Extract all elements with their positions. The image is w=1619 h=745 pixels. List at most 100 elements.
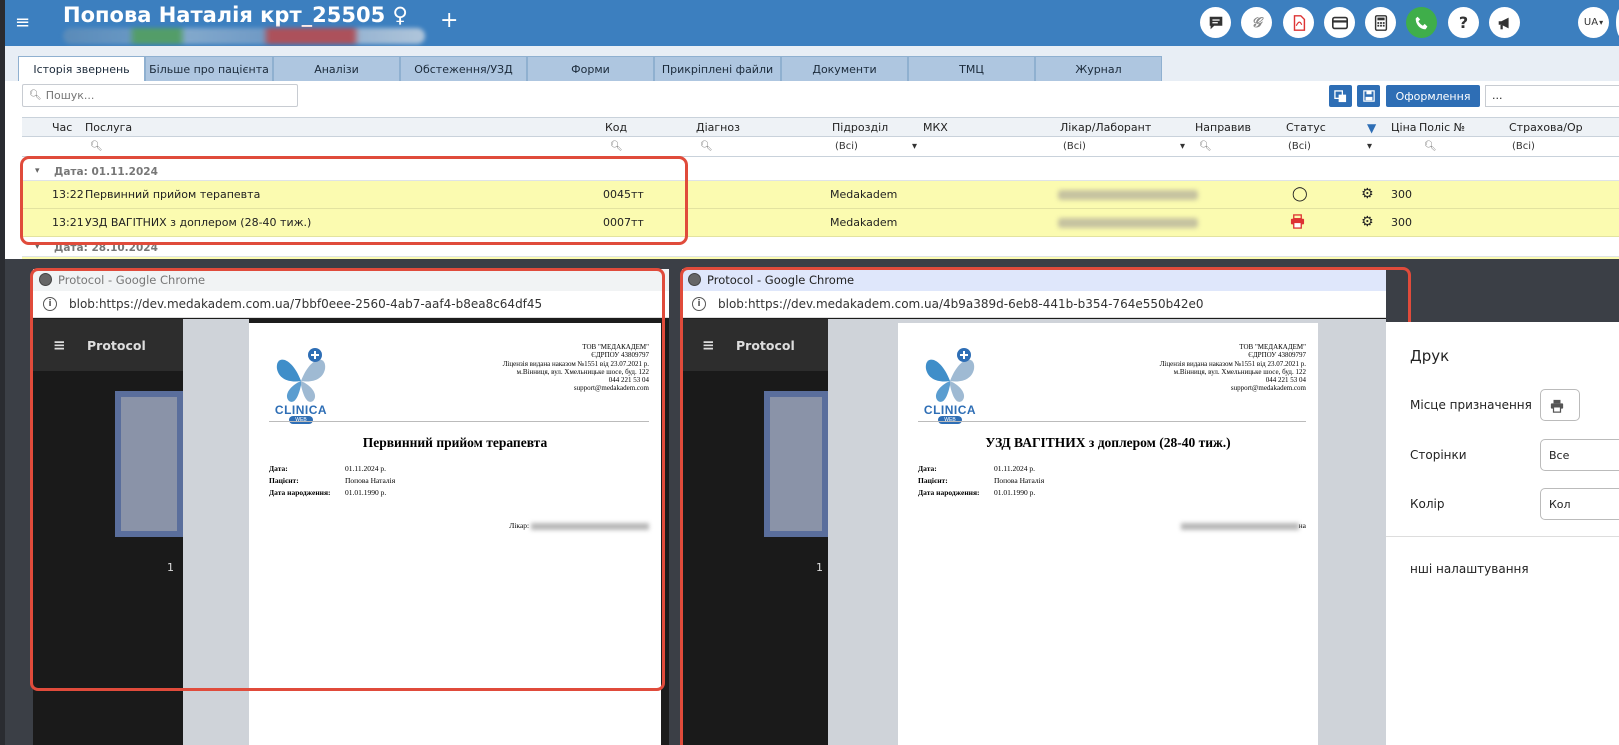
pdf-menu-icon[interactable]: ≡ [702,336,715,354]
col-department[interactable]: Підрозділ [832,121,888,134]
table-row[interactable]: 13:22 Первинний прийом терапевта 0045тт … [22,181,1619,209]
divider [918,421,1306,422]
collapse-icon[interactable]: ▾ [35,242,40,252]
filter-code-icon[interactable]: 🔍︎ [610,141,623,152]
field-value: 01.11.2024 р. [994,464,1035,473]
document-fields: Дата: 01.11.2024 р. Пацієнт: Попова Наталі… [918,463,1044,499]
field-label: Дата народження: [918,488,980,497]
gear-icon[interactable]: ⚙ [1361,186,1374,202]
col-referred[interactable]: Направив [1195,121,1251,134]
tab-visit-history[interactable]: Історія звернень [18,56,145,81]
tab-forms[interactable]: Форми [527,56,654,81]
color-select[interactable]: Кол [1540,488,1619,520]
megaphone-icon[interactable] [1489,7,1520,38]
destination-label: Місце призначення [1410,398,1532,412]
url-text: blob:https://dev.medakadem.com.ua/4b9a38… [718,297,1204,311]
tab-inventory[interactable]: ТМЦ [908,56,1035,81]
org-details: ТОВ "МЕДАКАДЕМ" ЄДРПОУ 43809797 Ліцензія… [503,343,649,393]
group-header[interactable]: ▾ Дата: 01.11.2024 [22,163,1619,181]
col-price[interactable]: Ціна [1391,121,1417,134]
printer-icon[interactable] [1290,214,1305,232]
copy-icon[interactable] [1329,85,1352,107]
pdf-toolbar: ≡ Protocol [33,319,183,371]
org-line: ТОВ "МЕДАКАДЕМ" [1239,343,1306,351]
info-icon[interactable]: i [43,297,57,311]
doctor-name-blurred [531,522,649,530]
filter-diagnosis-icon[interactable]: 🔍︎ [700,141,713,152]
filter-service-icon[interactable]: 🔍︎ [90,141,103,152]
address-bar[interactable]: i blob:https://dev.medakadem.com.ua/7bbf… [33,291,669,318]
help-icon[interactable]: ? [1448,7,1479,38]
row-time: 13:21 [52,216,84,229]
col-status[interactable]: Статус [1286,121,1326,134]
tab-label: Історія звернень [33,62,130,76]
search-input[interactable] [45,89,276,102]
calculator-icon[interactable] [1365,7,1396,38]
collapse-icon[interactable]: ▾ [35,166,40,176]
address-bar[interactable]: i blob:https://dev.medakadem.com.ua/4b9a… [682,291,1386,318]
chat-icon[interactable] [1200,7,1231,38]
window-titlebar[interactable]: Protocol - Google Chrome [682,269,1386,291]
globe-icon [39,273,52,286]
col-mkx[interactable]: МКХ [923,121,948,134]
more-settings-toggle[interactable]: нші налаштування [1410,562,1529,576]
tab-label: Більше про пацієнта [149,62,269,76]
col-service[interactable]: Послуга [85,121,132,134]
oform-button[interactable]: Оформлення [1386,85,1480,107]
phone-icon[interactable] [1406,7,1437,38]
tab-analyses[interactable]: Аналізи [273,56,400,81]
col-time[interactable]: Час [52,121,72,134]
tab-patient-more[interactable]: Більше про пацієнта [145,56,273,81]
filter-doctor-select[interactable]: (Всі) [1063,141,1185,152]
page-thumbnail[interactable] [115,391,183,537]
row-code: 0007тт [603,216,644,229]
col-doctor[interactable]: Лікар/Лаборант [1060,121,1151,134]
card-icon[interactable] [1324,7,1355,38]
tab-journal[interactable]: Журнал [1035,56,1162,81]
logo-text: CLINICA [923,403,977,417]
pdf-viewer-title: Protocol [87,338,146,353]
filter-referred-icon[interactable]: 🔍︎ [1199,141,1212,152]
filter-icon[interactable]: ▼ [1367,121,1376,135]
thumbnail-page-number: 1 [167,561,174,574]
status-circle-icon[interactable]: ◯ [1292,186,1308,202]
filter-status-select[interactable]: (Всі) [1288,141,1372,152]
save-icon[interactable] [1357,85,1380,107]
info-icon[interactable]: i [692,297,706,311]
thumbnail-image [121,397,177,531]
tab-documents[interactable]: Документи [781,56,908,81]
pages-select[interactable]: Все [1540,439,1619,471]
col-policy[interactable]: Поліс № [1419,121,1465,134]
filter-insurer-select[interactable]: (Всі) [1512,141,1535,152]
pdf-icon[interactable] [1283,7,1314,38]
window-titlebar[interactable]: Protocol - Google Chrome [33,269,669,291]
page-thumbnail[interactable] [764,391,828,537]
printer-select[interactable] [1540,389,1580,421]
printer-icon [1550,399,1564,413]
tab-attached-files[interactable]: Прикріплені файли [654,56,781,81]
tab-label: Прикріплені файли [661,62,774,76]
pdf-thumbnails: 1 [33,371,183,745]
more-select[interactable]: ... [1485,85,1619,107]
pdf-menu-icon[interactable]: ≡ [53,336,66,354]
pdf-toolbar: ≡ Protocol [682,319,828,371]
pdf-canvas-bg [183,319,249,745]
tab-examinations[interactable]: Обстеження/УЗД [400,56,527,81]
doctor-label: Лікар: [509,521,530,530]
col-diagnosis[interactable]: Діагноз [696,121,740,134]
gear-icon[interactable]: ⚙ [1361,214,1374,230]
org-line: 044 221 53 04 [608,376,649,385]
filter-policy-icon[interactable]: 🔍︎ [1424,141,1437,152]
menu-icon[interactable]: ≡ [15,12,30,33]
col-code[interactable]: Код [605,121,627,134]
field-label: Дата: [918,464,937,473]
group-header[interactable]: ▾ Дата: 28.10.2024 [22,239,1619,257]
signature-icon[interactable]: 𝒢 [1241,7,1272,38]
table-row[interactable]: 13:21 УЗД ВАГІТНИХ з доплером (28-40 тиж… [22,209,1619,237]
logo-text: CLINICA [274,403,328,417]
language-switch[interactable]: UA ▾ [1578,7,1609,38]
org-line: ЄДРПОУ 43809797 [591,351,649,360]
col-insurer[interactable]: Страхова/Ор [1509,121,1583,134]
filter-department-select[interactable]: (Всі) [835,141,917,152]
add-icon[interactable]: + [440,8,458,33]
